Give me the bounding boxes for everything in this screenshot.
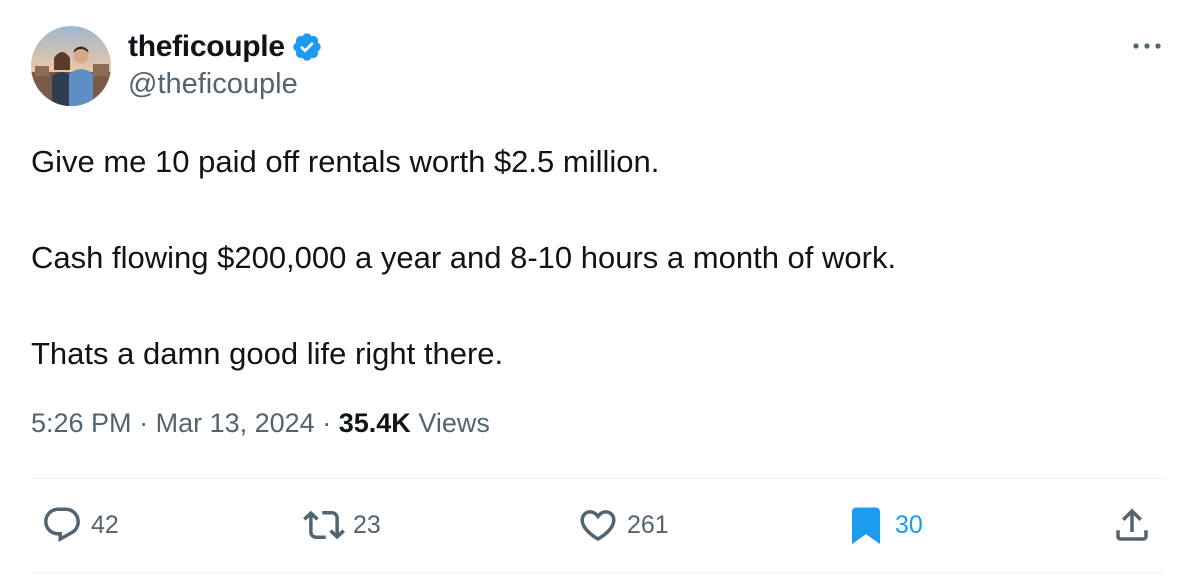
tweet-text: Give me 10 paid off rentals worth $2.5 m… — [31, 138, 1151, 378]
share-button[interactable] — [1111, 478, 1153, 572]
meta-separator: · — [139, 408, 149, 438]
like-count: 261 — [627, 510, 669, 539]
bookmark-count: 30 — [895, 510, 923, 539]
views-count[interactable]: 35.4K — [339, 408, 411, 438]
tweet-card: theficouple @theficouple Give me 10 paid… — [0, 0, 1194, 582]
tweet-paragraph-2: Cash flowing $200,000 a year and 8-10 ho… — [31, 240, 897, 275]
like-button[interactable]: 261 — [577, 478, 669, 572]
more-icon[interactable] — [1130, 36, 1164, 56]
bookmark-button[interactable]: 30 — [845, 478, 923, 572]
tweet-paragraph-1: Give me 10 paid off rentals worth $2.5 m… — [31, 144, 660, 179]
tweet-meta: 5:26 PM · Mar 13, 2024 · 35.4K Views — [31, 408, 490, 439]
divider — [31, 572, 1163, 573]
author-handle[interactable]: @theficouple — [128, 68, 298, 101]
reply-count: 42 — [91, 510, 119, 539]
author-name-row: theficouple — [128, 27, 323, 67]
avatar[interactable] — [31, 26, 111, 106]
display-name[interactable]: theficouple — [128, 30, 285, 64]
views-label: Views — [418, 408, 490, 438]
share-icon — [1111, 504, 1153, 546]
bookmark-icon — [845, 504, 887, 546]
tweet-time[interactable]: 5:26 PM — [31, 408, 132, 438]
retweet-icon — [303, 504, 345, 546]
heart-icon — [577, 504, 619, 546]
tweet-date[interactable]: Mar 13, 2024 — [156, 408, 315, 438]
retweet-count: 23 — [353, 510, 381, 539]
retweet-button[interactable]: 23 — [303, 478, 381, 572]
tweet-paragraph-3: Thats a damn good life right there. — [31, 336, 504, 371]
reply-icon — [41, 504, 83, 546]
reply-button[interactable]: 42 — [41, 478, 119, 572]
meta-separator: · — [322, 408, 332, 438]
verified-badge-icon[interactable] — [291, 31, 323, 63]
action-bar: 42 23 261 30 — [31, 478, 1163, 572]
